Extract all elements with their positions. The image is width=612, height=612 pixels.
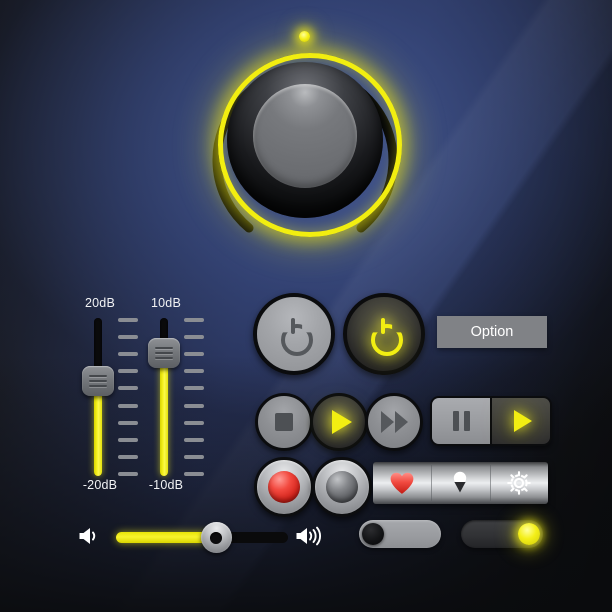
gain-slider-2-top-label: 10dB (151, 296, 181, 310)
gain-slider-2-fill (160, 352, 168, 476)
power-icon (369, 318, 403, 356)
speaker-high-icon[interactable] (296, 524, 324, 548)
gain-slider-2[interactable]: 10dB -10dB (138, 296, 204, 496)
toggle-knob (518, 523, 540, 545)
stop-button[interactable] (255, 393, 313, 451)
gain-slider-2-ticks (184, 318, 206, 476)
record-icon (268, 471, 300, 503)
slider-tick (184, 318, 204, 322)
gain-slider-1[interactable]: 20dB -20dB (72, 296, 138, 496)
slider-tick (118, 369, 138, 373)
blank-icon (326, 471, 358, 503)
toggle-switch-off[interactable] (359, 520, 441, 548)
power-button-on[interactable] (343, 293, 425, 375)
slider-tick (118, 386, 138, 390)
play-button[interactable] (310, 393, 368, 451)
segmented-transport-control[interactable] (430, 396, 552, 446)
fast-forward-button[interactable] (365, 393, 423, 451)
slider-tick (118, 472, 138, 476)
slider-tick (118, 404, 138, 408)
record-button[interactable] (254, 457, 314, 517)
slider-tick (118, 335, 138, 339)
slider-tick (184, 386, 204, 390)
icon-toolbar[interactable] (373, 462, 548, 504)
speaker-mute-icon[interactable] (78, 524, 104, 548)
knob-cap (253, 84, 357, 188)
slider-tick (118, 455, 138, 459)
location-button[interactable] (431, 462, 489, 504)
gain-slider-2-knob[interactable] (148, 337, 180, 368)
gain-slider-1-ticks (118, 318, 140, 476)
gain-slider-1-knob[interactable] (82, 366, 114, 397)
stop-icon (275, 413, 293, 431)
control-panel: 20dB -20dB 10dB -10dB Option (0, 0, 612, 612)
slider-tick (184, 369, 204, 373)
slider-tick (184, 352, 204, 356)
slider-tick (118, 438, 138, 442)
slider-tick (184, 455, 204, 459)
slider-tick (184, 335, 204, 339)
slider-tick (184, 404, 204, 408)
blank-button[interactable] (312, 457, 372, 517)
pause-button[interactable] (432, 398, 492, 444)
power-icon (279, 318, 313, 356)
gain-slider-1-top-label: 20dB (85, 296, 115, 310)
location-pin-icon (454, 471, 467, 493)
gain-slider-1-bottom-label: -20dB (82, 478, 118, 492)
option-button-label: Option (470, 324, 514, 340)
slider-tick (118, 421, 138, 425)
heart-icon (390, 472, 414, 494)
favorite-button[interactable] (373, 462, 431, 504)
play-icon (331, 410, 352, 434)
option-button[interactable]: Option (437, 316, 547, 348)
segment-play-button[interactable] (492, 398, 550, 444)
knob-indicator-dot (299, 31, 310, 42)
toggle-knob (362, 523, 384, 545)
play-icon (514, 410, 532, 432)
volume-knob[interactable] (200, 522, 232, 553)
slider-tick (118, 352, 138, 356)
pause-icon (452, 411, 470, 431)
slider-tick (118, 318, 138, 322)
volume-slider[interactable] (78, 518, 324, 556)
power-button-off[interactable] (253, 293, 335, 375)
gain-slider-2-bottom-label: -10dB (148, 478, 184, 492)
settings-button[interactable] (489, 462, 548, 504)
gain-slider-1-track[interactable] (94, 318, 102, 476)
slider-tick (184, 472, 204, 476)
slider-tick (184, 438, 204, 442)
main-rotary-knob[interactable] (187, 22, 423, 258)
toggle-switch-on[interactable] (461, 520, 543, 548)
gear-icon (506, 471, 531, 495)
slider-tick (184, 421, 204, 425)
fast-forward-icon (380, 411, 408, 433)
